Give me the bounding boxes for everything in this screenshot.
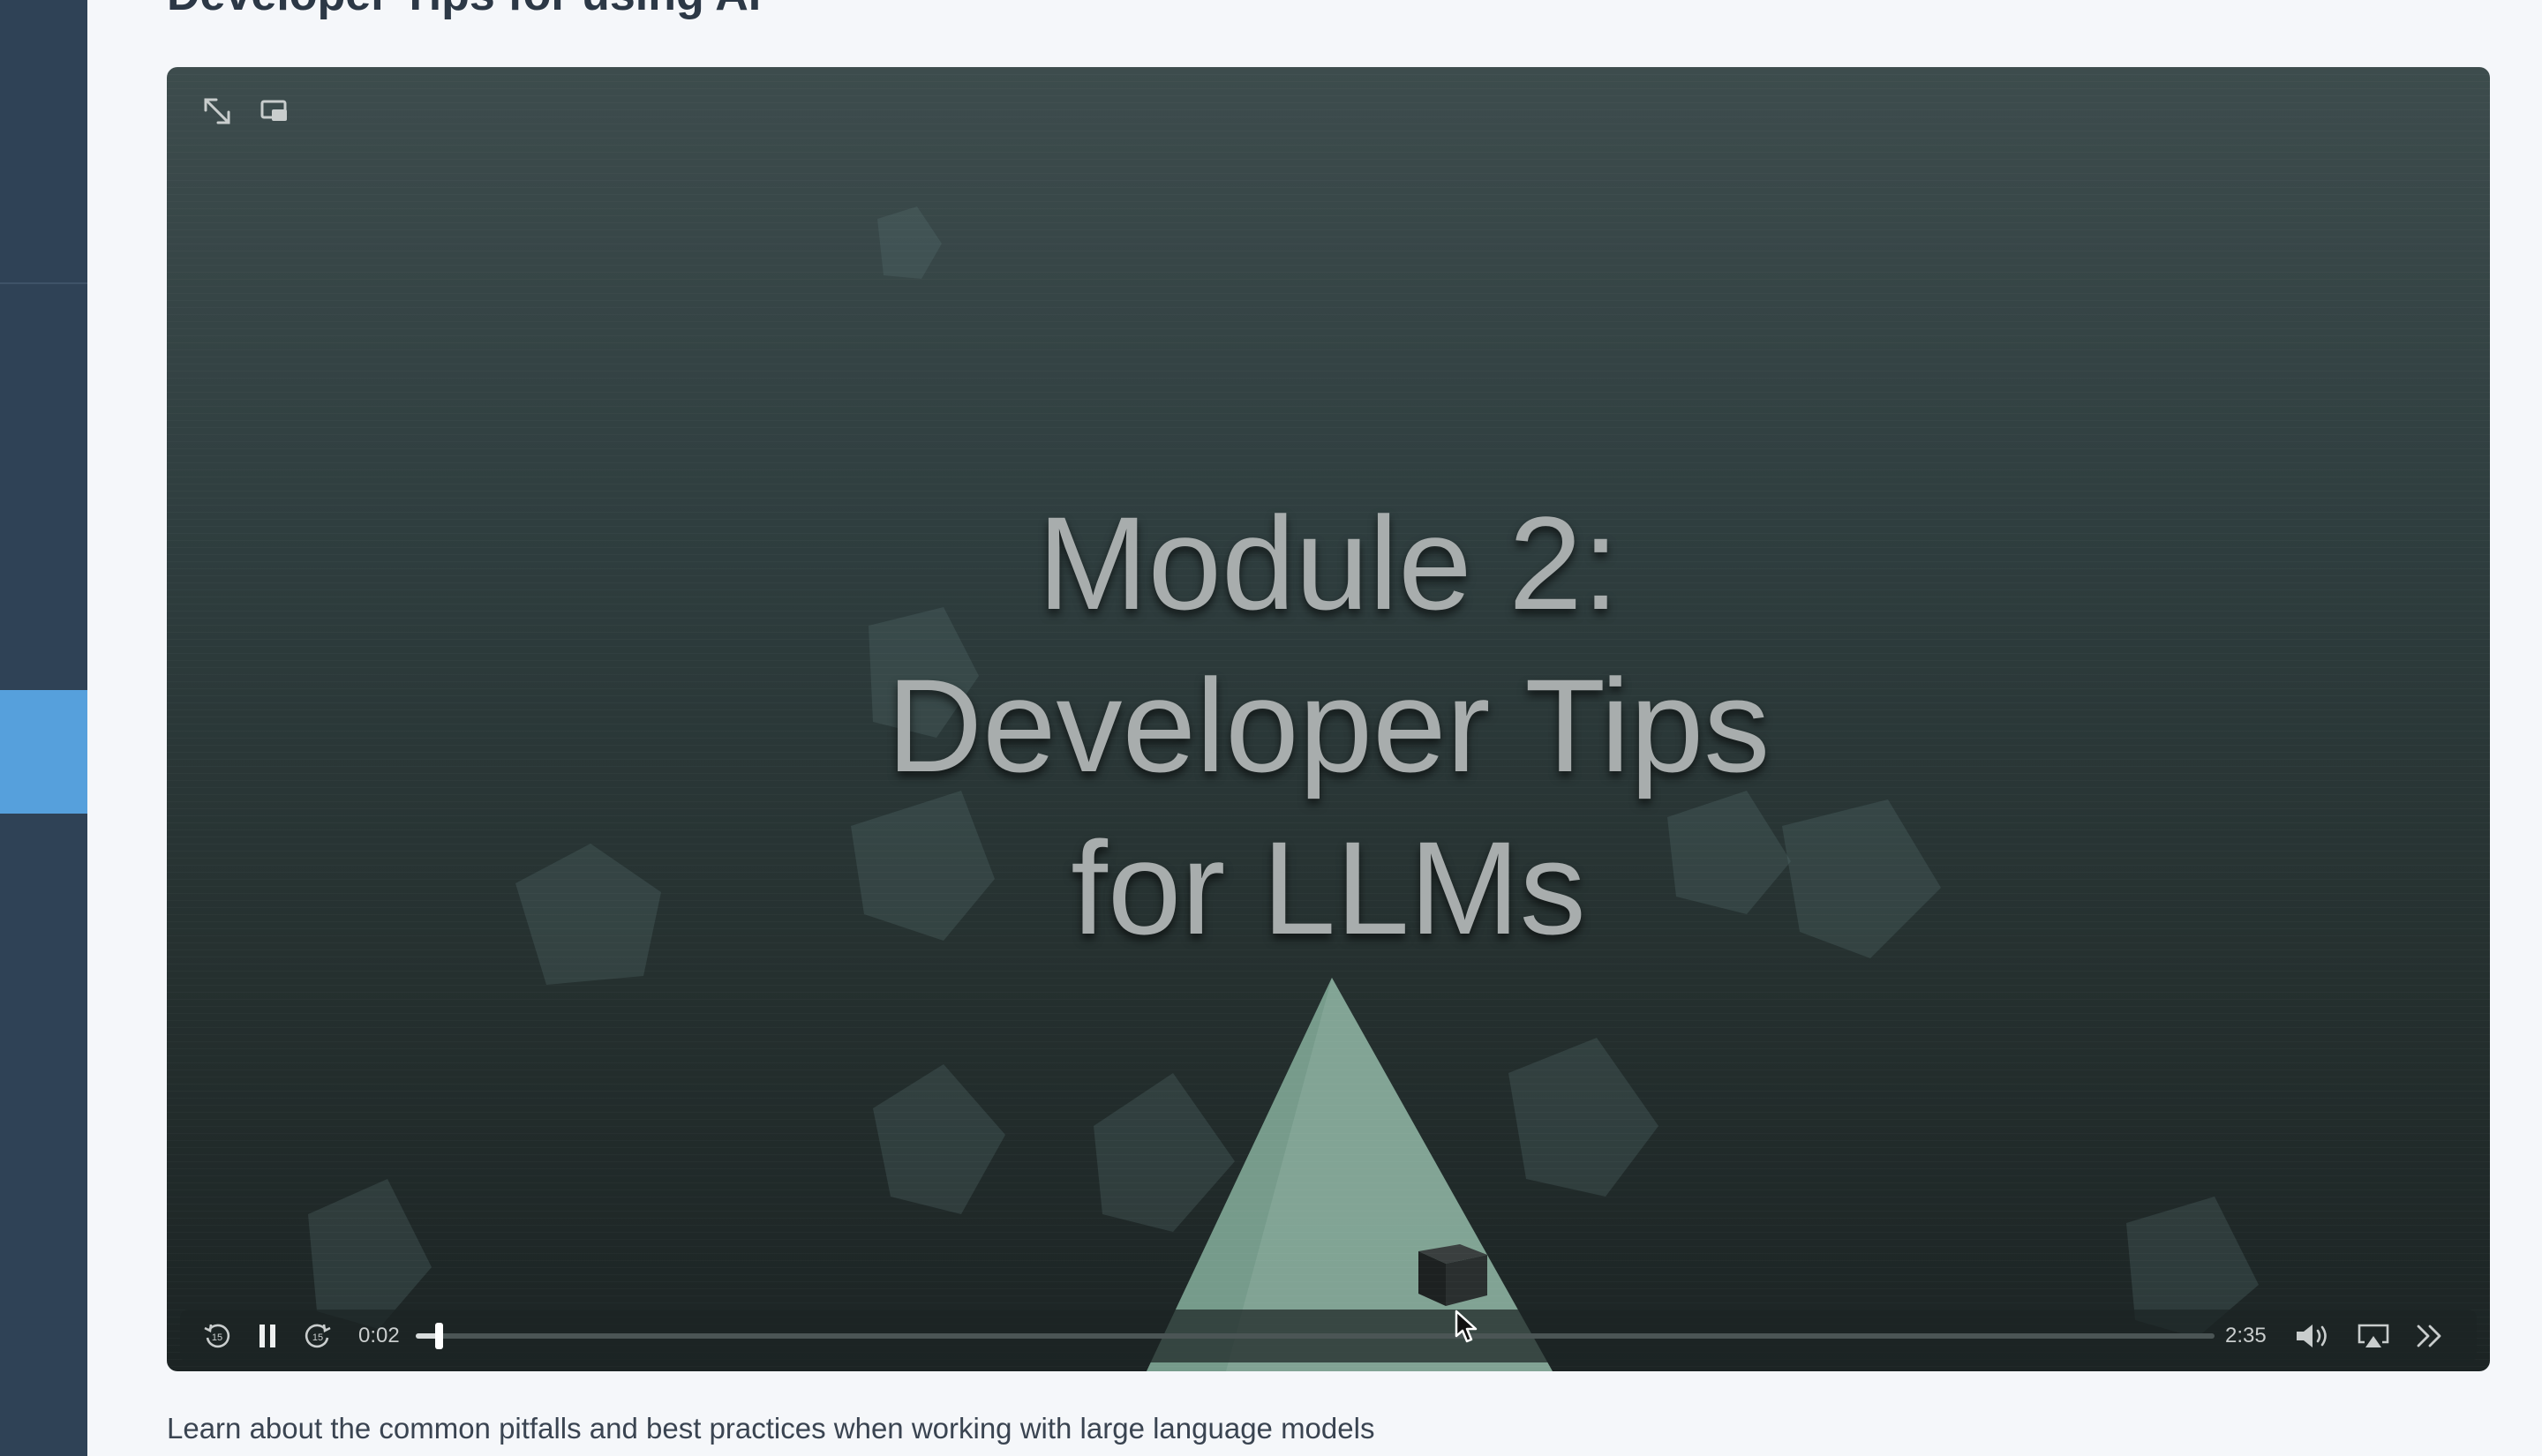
- progress-bar[interactable]: [416, 1323, 2215, 1349]
- svg-text:15: 15: [212, 1332, 222, 1343]
- airplay-icon: [2358, 1324, 2389, 1347]
- video-controls: 15 15 0:02 2:35: [180, 1310, 2477, 1362]
- video-player[interactable]: Module 2: Developer Tips for LLMs 15 15 …: [167, 67, 2490, 1371]
- volume-button[interactable]: [2291, 1310, 2335, 1362]
- forward-15-icon: 15: [305, 1324, 331, 1348]
- double-chevron-right-icon: [2417, 1325, 2441, 1347]
- svg-text:15: 15: [312, 1332, 323, 1343]
- forward-button[interactable]: 15: [298, 1310, 337, 1362]
- sidebar: [0, 0, 87, 1456]
- video-title: Module 2: Developer Tips for LLMs: [167, 482, 2490, 969]
- video-title-line: Developer Tips: [886, 651, 1771, 799]
- expand-arrows-icon: [204, 98, 230, 124]
- sidebar-active-item[interactable]: [0, 690, 87, 814]
- video-title-line: for LLMs: [1071, 814, 1586, 962]
- sidebar-divider: [0, 282, 87, 284]
- duration: 2:35: [2225, 1324, 2267, 1347]
- current-time: 0:02: [358, 1324, 400, 1347]
- video-description: Learn about the common pitfalls and best…: [167, 1412, 1375, 1445]
- mouse-cursor-icon: [1455, 1310, 1478, 1343]
- pause-button[interactable]: [249, 1310, 288, 1362]
- page-title: Developer Tips for using AI: [167, 0, 761, 21]
- picture-in-picture-icon: [260, 100, 287, 121]
- rewind-15-icon: 15: [204, 1324, 230, 1348]
- fullscreen-button[interactable]: [192, 86, 242, 136]
- rewind-button[interactable]: 15: [198, 1310, 237, 1362]
- volume-icon: [2297, 1325, 2327, 1347]
- picture-in-picture-button[interactable]: [250, 86, 299, 136]
- more-options-button[interactable]: [2410, 1310, 2450, 1362]
- pause-icon: [259, 1325, 275, 1347]
- airplay-button[interactable]: [2353, 1310, 2394, 1362]
- progress-handle[interactable]: [435, 1323, 444, 1349]
- video-title-line: Module 2:: [1037, 489, 1620, 637]
